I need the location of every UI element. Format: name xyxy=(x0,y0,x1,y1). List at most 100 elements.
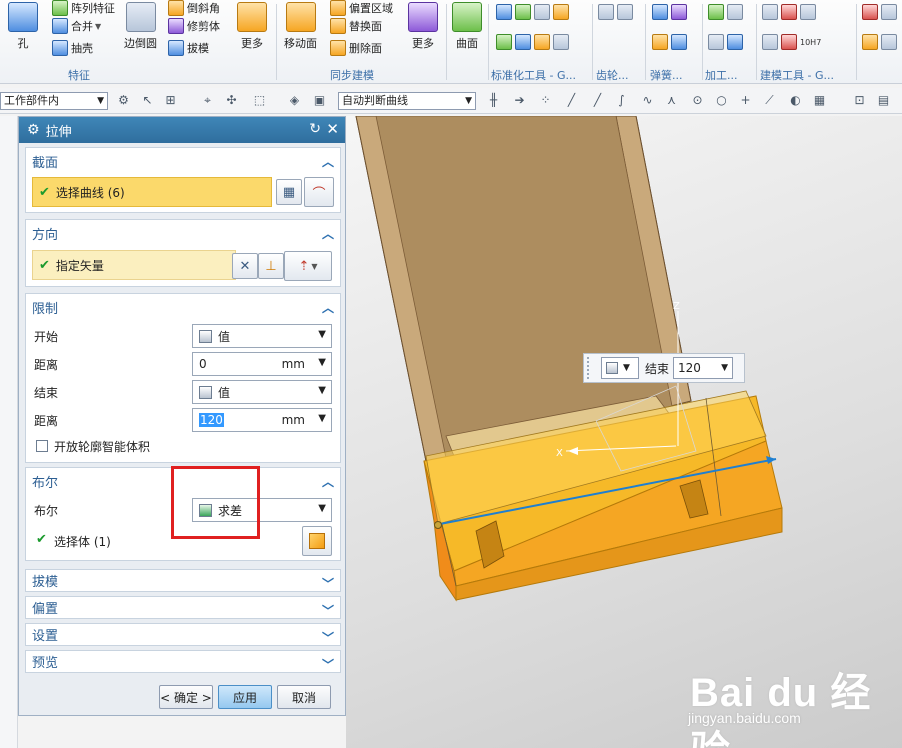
std-tools-group-label[interactable]: 标准化工具 - G... xyxy=(491,67,576,83)
limits-header[interactable]: 限制 ︿ xyxy=(26,294,340,320)
vector-type-select[interactable]: ⇡ ▼ xyxy=(284,251,332,281)
extra-icons-row2[interactable] xyxy=(862,34,900,50)
preview-group[interactable]: 预览 ﹀ xyxy=(25,650,341,673)
select-curve-row[interactable]: ✔ 选择曲线 (6) xyxy=(32,177,272,207)
machining-icons-row2[interactable] xyxy=(708,34,746,50)
point-icon[interactable]: ⌖ xyxy=(200,93,215,108)
gear-tool-icons[interactable] xyxy=(598,4,636,20)
sync-more-button[interactable]: 更多 xyxy=(408,2,438,51)
drag-grip-icon[interactable] xyxy=(587,357,595,379)
float-end-input[interactable]: 120 ▼ xyxy=(673,357,734,379)
offset-region-button[interactable]: 偏置区域 xyxy=(330,0,393,16)
trim-body-button[interactable]: 修剪体 xyxy=(168,18,220,34)
start-type-select[interactable]: 值 ▼ xyxy=(192,324,332,348)
delete-face-button[interactable]: 删除面 xyxy=(330,40,382,56)
circle-center-icon[interactable]: ⊙ xyxy=(690,93,705,108)
close-icon[interactable]: ✕ xyxy=(326,120,339,138)
reset-icon[interactable]: ↻ xyxy=(309,121,321,137)
feature-more-button[interactable]: 更多 xyxy=(237,2,267,51)
shell-button[interactable]: 抽壳 xyxy=(52,40,93,56)
cube-icon[interactable]: ▣ xyxy=(312,93,327,108)
curve-rule-select[interactable]: 自动判断曲线 ▼ xyxy=(338,92,476,110)
spring-tool-icons-row1[interactable] xyxy=(652,4,690,20)
surface-button[interactable]: 曲面 xyxy=(452,2,482,51)
view-icon[interactable]: ▤ xyxy=(876,93,891,108)
solid-icon[interactable]: ◈ xyxy=(287,93,302,108)
line2-icon[interactable]: ╱ xyxy=(590,93,605,108)
more-icon xyxy=(237,2,267,32)
std-tool-icons-row1[interactable] xyxy=(496,4,572,20)
pattern-feature-button[interactable]: 阵列特征 xyxy=(52,0,115,16)
arrow-right-icon[interactable]: ➔ xyxy=(512,93,527,108)
select-icon[interactable]: ↖ xyxy=(140,93,155,108)
chevron-down-icon[interactable]: ▼ xyxy=(318,357,326,368)
modeling-tool-icons-row2[interactable]: 10H7 xyxy=(762,34,821,50)
draft-group[interactable]: 拔模 ﹀ xyxy=(25,569,341,592)
std-tool-icons-row2[interactable] xyxy=(496,34,572,50)
chevron-down-icon[interactable]: ﹀ xyxy=(322,656,334,673)
vector-dialog-button[interactable]: ⊥ xyxy=(258,253,284,279)
snap-icon[interactable]: ⚙ xyxy=(116,93,131,108)
extra-icons-row1[interactable] xyxy=(862,4,900,20)
plus-select-icon[interactable]: ⊞ xyxy=(163,93,178,108)
modeling-tool-icons-row1[interactable] xyxy=(762,4,819,20)
drag-handle[interactable] xyxy=(434,521,442,529)
cancel-button[interactable]: 取消 xyxy=(277,685,331,709)
plus-icon[interactable]: + xyxy=(738,93,753,108)
circle-icon[interactable]: ○ xyxy=(714,93,729,108)
face-icon[interactable]: ◐ xyxy=(788,93,803,108)
select-body-button[interactable] xyxy=(302,526,332,556)
gear-icon[interactable]: ⚙ xyxy=(27,122,40,138)
unite-button[interactable]: 合并 ▼ xyxy=(52,18,101,34)
line-icon[interactable]: ╱ xyxy=(564,93,579,108)
draft-button[interactable]: 拔模 xyxy=(168,40,209,56)
chevron-up-icon[interactable]: ︿ xyxy=(322,153,334,170)
rect-select-icon[interactable]: ⬚ xyxy=(252,93,267,108)
nodes-icon[interactable]: ⁘ xyxy=(538,93,553,108)
grid-icon[interactable]: ▦ xyxy=(812,93,827,108)
specify-vector-row[interactable]: ✔ 指定矢量 xyxy=(32,250,236,280)
chevron-down-icon: ▼ xyxy=(721,363,729,373)
gear-group-label[interactable]: 齿轮... xyxy=(596,67,629,83)
start-distance-input[interactable]: 0 mm ▼ xyxy=(192,352,332,376)
chevron-up-icon[interactable]: ︿ xyxy=(322,299,334,316)
curve-icon[interactable]: ∫ xyxy=(614,93,629,108)
offset-group[interactable]: 偏置 ﹀ xyxy=(25,596,341,619)
reverse-direction-button[interactable]: ✕ xyxy=(232,253,258,279)
replace-face-button[interactable]: 替换面 xyxy=(330,18,382,34)
curve-button[interactable]: ⌒ xyxy=(304,177,334,207)
modeling-tools-group-label[interactable]: 建模工具 - G... xyxy=(760,67,834,83)
apply-button[interactable]: 应用 xyxy=(218,685,272,709)
slash-icon[interactable]: ⟋ xyxy=(762,93,777,108)
hole-button[interactable]: 孔 xyxy=(8,2,38,51)
chevron-up-icon[interactable]: ︿ xyxy=(322,225,334,242)
chevron-down-icon[interactable]: ﹀ xyxy=(322,602,334,619)
chevron-down-icon[interactable]: ﹀ xyxy=(322,629,334,646)
end-distance-input[interactable]: 120 mm ▼ xyxy=(192,408,332,432)
chevron-down-icon[interactable]: ▼ xyxy=(318,413,326,424)
intersect-icon[interactable]: ╫ xyxy=(486,93,501,108)
direction-header[interactable]: 方向 ︿ xyxy=(26,220,340,246)
section-header[interactable]: 截面 ︿ xyxy=(26,148,340,174)
settings-group[interactable]: 设置 ﹀ xyxy=(25,623,341,646)
move-face-button[interactable]: 移动面 xyxy=(284,2,317,51)
machining-icons-row1[interactable] xyxy=(708,4,746,20)
ok-button[interactable]: < 确定 > xyxy=(159,685,213,709)
machining-group-label[interactable]: 加工... xyxy=(705,67,738,83)
crosshair-icon[interactable]: ✣ xyxy=(224,93,239,108)
chevron-down-icon[interactable]: ﹀ xyxy=(322,575,334,592)
filter-scope-select[interactable]: 工作部件内 ▼ xyxy=(0,92,108,110)
limit-type-select[interactable]: ▼ xyxy=(601,357,639,379)
sketch-section-button[interactable]: ▦ xyxy=(276,179,302,205)
select-body-label[interactable]: 选择体 (1) xyxy=(54,533,111,550)
chevron-up-icon[interactable]: ︿ xyxy=(322,473,334,490)
edge-blend-button[interactable]: 边倒圆 xyxy=(124,2,157,51)
spring-group-label[interactable]: 弹簧... xyxy=(650,67,683,83)
zoom-fit-icon[interactable]: ⊡ xyxy=(852,93,867,108)
angle-icon[interactable]: ⋏ xyxy=(664,93,679,108)
spring-tool-icons-row2[interactable] xyxy=(652,34,690,50)
end-type-select[interactable]: 值 ▼ xyxy=(192,380,332,404)
open-profile-checkbox[interactable] xyxy=(36,440,48,452)
spline-icon[interactable]: ∿ xyxy=(640,93,655,108)
chamfer-button[interactable]: 倒斜角 xyxy=(168,0,220,16)
